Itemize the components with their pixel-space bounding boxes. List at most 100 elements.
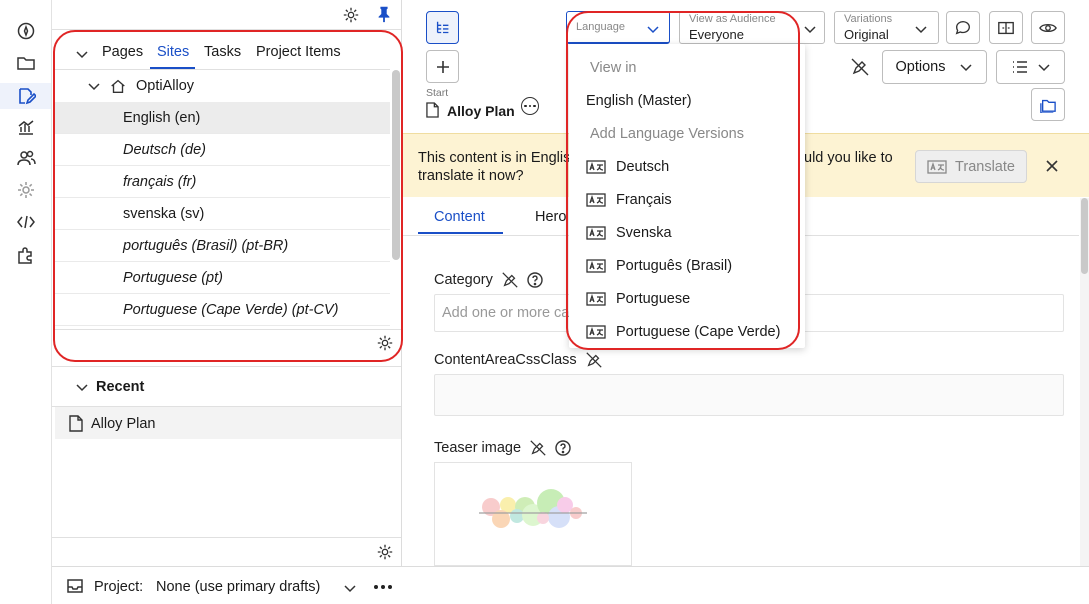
divider <box>52 366 401 367</box>
compare-button[interactable] <box>989 11 1023 44</box>
project-chevron-icon[interactable] <box>343 581 357 595</box>
translate-button[interactable]: Translate <box>915 150 1027 183</box>
project-bar: Project: None (use primary drafts) <box>52 566 1089 604</box>
chart-icon[interactable] <box>14 115 38 139</box>
menu-item-label: Svenska <box>616 225 672 241</box>
recent-item-label: Alloy Plan <box>91 416 156 432</box>
document-icon <box>69 415 83 432</box>
variations-select[interactable]: Variations Original <box>834 11 939 44</box>
menu-item-portuguese-cape-verde[interactable]: Portuguese (Cape Verde) <box>586 324 780 340</box>
teaser-image[interactable] <box>434 462 632 566</box>
tree-row-english[interactable]: English (en) <box>55 102 390 134</box>
tab-hero[interactable]: Hero <box>535 209 569 225</box>
menu-item-label: Deutsch <box>616 159 670 175</box>
translate-icon <box>586 160 606 174</box>
tab-sites[interactable]: Sites <box>157 44 189 60</box>
recent-item[interactable]: Alloy Plan <box>55 407 401 439</box>
options-button[interactable]: Options <box>882 50 987 84</box>
menu-item-english-master[interactable]: English (Master) <box>586 93 692 109</box>
project-value[interactable]: None (use primary drafts) <box>156 579 320 595</box>
tree-row-francais[interactable]: français (fr) <box>55 166 390 198</box>
menu-item-portugues-brasil[interactable]: Português (Brasil) <box>586 258 732 274</box>
menu-item-label: Portuguese <box>616 291 691 307</box>
language-select-label: Language <box>576 21 625 33</box>
assets-button[interactable] <box>1031 88 1065 121</box>
menu-item-portuguese[interactable]: Portuguese <box>586 291 690 307</box>
menu-header-add-versions: Add Language Versions <box>590 126 744 142</box>
close-icon[interactable] <box>1045 159 1059 173</box>
project-label: Project: <box>94 579 144 595</box>
menu-item-francais[interactable]: Français <box>586 192 672 208</box>
list-view-button[interactable] <box>996 50 1065 84</box>
comments-button[interactable] <box>946 11 980 44</box>
content-scrollbar[interactable] <box>1081 198 1088 274</box>
language-menu: View in English (Master) Add Language Ve… <box>569 44 805 348</box>
variations-label: Variations <box>844 13 893 25</box>
navigation-pane: Pages Sites Tasks Project Items OptiAllo… <box>52 0 402 566</box>
tree-scrollbar[interactable] <box>392 70 400 260</box>
tree-row-svenska[interactable]: svenska (sv) <box>55 198 390 230</box>
row-label: français (fr) <box>123 173 197 190</box>
tree-row-portuguese-cape-verde[interactable]: Portuguese (Cape Verde) (pt-CV) <box>55 294 390 326</box>
compass-icon[interactable] <box>14 19 38 43</box>
code-icon[interactable] <box>14 210 38 234</box>
content-tab-underline <box>418 232 503 234</box>
collapse-chevron-icon[interactable] <box>75 47 89 61</box>
settings-icon[interactable] <box>14 178 38 202</box>
add-button[interactable] <box>426 50 459 83</box>
translate-icon <box>586 325 606 339</box>
row-label: português (Brasil) (pt-BR) <box>123 237 289 254</box>
left-rail <box>0 0 52 604</box>
tree-row-portuguese[interactable]: Portuguese (pt) <box>55 262 390 294</box>
edit-icon[interactable] <box>0 83 51 109</box>
menu-header-view-in: View in <box>590 60 637 76</box>
row-label: Deutsch (de) <box>123 141 207 158</box>
tab-content[interactable]: Content <box>434 209 485 225</box>
menu-item-svenska[interactable]: Svenska <box>586 225 672 241</box>
chevron-down-icon <box>803 22 817 36</box>
preview-button[interactable] <box>1031 11 1065 44</box>
home-icon <box>109 77 127 95</box>
tab-tasks[interactable]: Tasks <box>204 44 241 60</box>
users-icon[interactable] <box>14 146 38 170</box>
translate-icon <box>586 193 606 207</box>
banner-text: This content is in Englis <box>418 150 576 166</box>
row-label: Portuguese (pt) <box>123 269 223 286</box>
menu-item-label: Portuguese (Cape Verde) <box>616 324 781 340</box>
pin-icon[interactable] <box>375 5 393 23</box>
site-root-label[interactable]: OptiAlloy <box>136 78 194 94</box>
recent-heading[interactable]: Recent <box>96 379 144 395</box>
tab-project-items[interactable]: Project Items <box>256 44 341 60</box>
help-icon[interactable] <box>555 440 571 456</box>
recent-chevron-icon[interactable] <box>75 380 89 394</box>
breadcrumb-start[interactable]: Start <box>426 87 448 99</box>
menu-item-label: English (Master) <box>586 93 692 109</box>
row-label: Portuguese (Cape Verde) (pt-CV) <box>123 301 339 318</box>
page-more-icon[interactable] <box>521 97 539 115</box>
css-input[interactable] <box>434 374 1064 416</box>
help-icon[interactable] <box>527 272 543 288</box>
category-placeholder: Add one or more ca <box>442 305 570 321</box>
teaser-field-label: Teaser image <box>434 439 571 457</box>
puzzle-icon[interactable] <box>14 243 38 267</box>
tree-settings-icon[interactable] <box>376 334 394 352</box>
tab-pages[interactable]: Pages <box>102 44 143 60</box>
tree-row-portugues-brasil[interactable]: português (Brasil) (pt-BR) <box>55 230 390 262</box>
tree-row-deutsch[interactable]: Deutsch (de) <box>55 134 390 166</box>
page-title: Alloy Plan <box>447 103 515 119</box>
more-icon[interactable] <box>374 585 392 589</box>
recent-settings-icon[interactable] <box>376 543 394 561</box>
menu-item-deutsch[interactable]: Deutsch <box>586 159 669 175</box>
audience-value: Everyone <box>689 27 744 42</box>
options-label: Options <box>895 59 946 75</box>
pane-settings-icon[interactable] <box>342 6 360 24</box>
expand-chevron-icon[interactable] <box>87 79 101 93</box>
css-field-label: ContentAreaCssClass <box>434 351 603 369</box>
inbox-icon <box>66 578 84 594</box>
language-select[interactable]: Language <box>566 11 670 44</box>
folder-icon[interactable] <box>14 51 38 75</box>
tree-toggle-button[interactable] <box>426 11 459 44</box>
page-icon <box>426 102 439 118</box>
no-edit-icon <box>530 440 546 456</box>
audience-select[interactable]: View as Audience Everyone <box>679 11 825 44</box>
